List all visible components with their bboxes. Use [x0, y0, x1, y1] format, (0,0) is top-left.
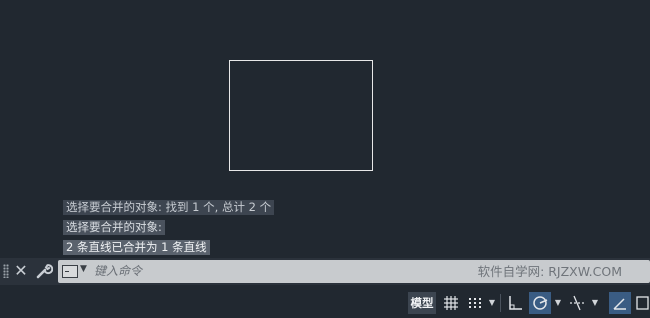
model-tab[interactable]: 模型 [408, 292, 436, 314]
object-snap-tracking-icon[interactable] [566, 292, 588, 314]
command-history-line: 2 条直线已合并为 1 条直线 [63, 240, 210, 255]
drag-grip-icon[interactable] [3, 264, 9, 278]
command-input[interactable]: ▼ 键入命令 软件自学网: RJZXW.COM [58, 260, 650, 283]
wrench-icon[interactable] [35, 262, 54, 280]
polar-tracking-icon[interactable] [529, 292, 551, 314]
snap-icon[interactable] [464, 292, 486, 314]
command-line-bar: ✕ ▼ 键入命令 软件自学网: RJZXW.COM [0, 258, 650, 285]
chevron-down-icon[interactable]: ▼ [553, 292, 563, 314]
command-prompt-icon[interactable] [62, 265, 78, 278]
command-history-line: 选择要合并的对象: [63, 220, 165, 235]
command-placeholder: 键入命令 [94, 264, 143, 278]
rectangle-shape[interactable] [229, 60, 373, 171]
command-history-line: 选择要合并的对象: 找到 1 个, 总计 2 个 [63, 200, 275, 215]
close-icon[interactable]: ✕ [13, 261, 29, 281]
watermark-text: 软件自学网: RJZXW.COM [477, 264, 622, 279]
grid-icon[interactable] [440, 292, 462, 314]
chevron-down-icon[interactable]: ▼ [80, 264, 87, 274]
isometric-drafting-icon[interactable] [609, 292, 631, 314]
ortho-icon[interactable] [504, 292, 526, 314]
chevron-down-icon[interactable]: ▼ [590, 292, 600, 314]
drawing-canvas[interactable]: 选择要合并的对象: 找到 1 个, 总计 2 个 选择要合并的对象: 2 条直线… [0, 0, 650, 258]
status-bar: 模型 ▼ ▼ ▼ [0, 285, 650, 317]
chevron-down-icon[interactable]: ▼ [487, 292, 497, 314]
workspace-icon[interactable] [633, 292, 650, 314]
